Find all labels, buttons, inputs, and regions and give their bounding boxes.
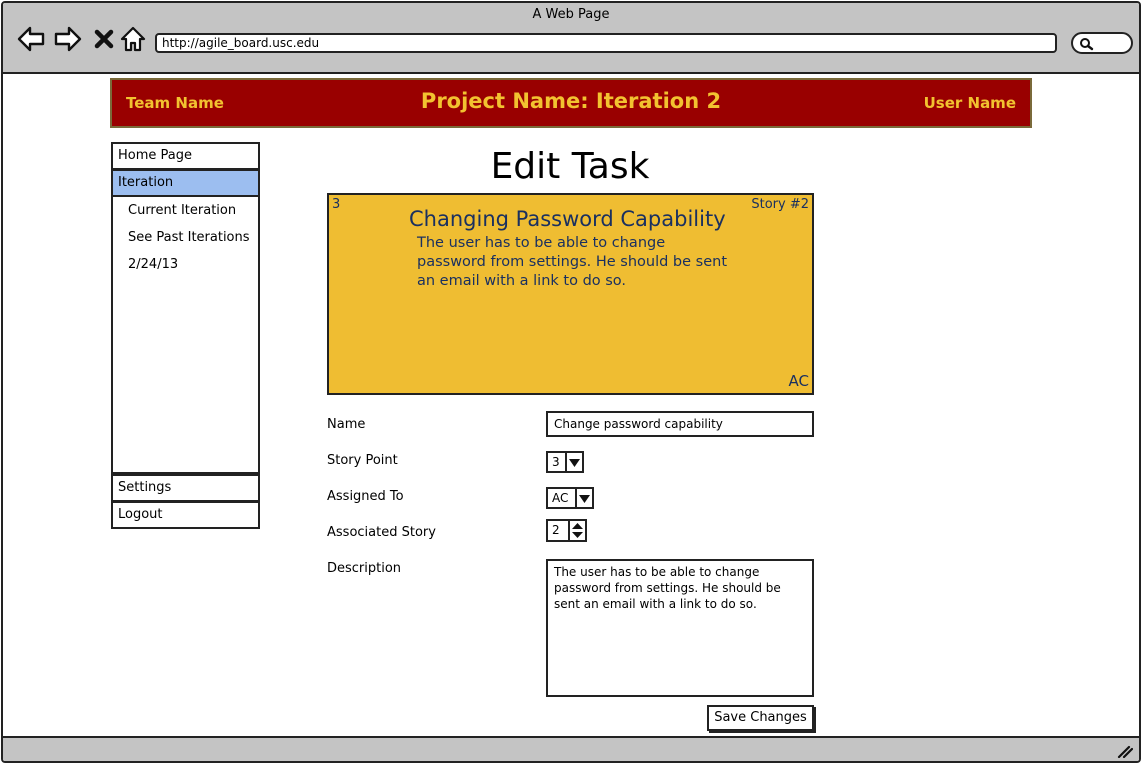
search-icon [1080,38,1094,51]
description-textarea[interactable]: The user has to be able to change passwo… [546,559,814,697]
description-label: Description [327,561,402,576]
forward-arrow-icon[interactable] [54,25,82,53]
stepper-up-down-icon[interactable] [568,521,585,540]
story-point-select[interactable]: 3 [546,451,584,473]
submenu-item-date[interactable]: 2/24/13 [128,257,178,272]
story-number: Story #2 [751,197,809,212]
browser-toolbar: A Web Page http://agile_board.usc.edu [3,3,1139,74]
app-header: Team Name Project Name: Iteration 2 User… [110,78,1032,128]
story-card: 3 Story #2 Changing Password Capability … [327,193,814,395]
submenu-item-current-iteration[interactable]: Current Iteration [128,203,236,218]
sidebar-item-settings[interactable]: Settings [111,474,260,502]
task-name-input[interactable]: Change password capability [546,411,814,437]
chevron-down-icon [575,489,592,507]
story-description: The user has to be able to change passwo… [417,235,728,289]
status-bar [3,736,1139,761]
associated-story-value: 2 [552,523,560,537]
resize-grip-icon[interactable] [1117,744,1133,758]
story-points: 3 [332,197,341,212]
story-point-label: Story Point [327,453,398,468]
url-bar[interactable]: http://agile_board.usc.edu [155,33,1057,53]
save-changes-button[interactable]: Save Changes [707,705,814,731]
assigned-to-label: Assigned To [327,489,404,504]
assigned-to-select[interactable]: AC [546,487,594,509]
project-name: Project Name: Iteration 2 [420,89,722,113]
window-title: A Web Page [532,7,610,22]
chevron-down-icon [565,453,582,471]
associated-story-stepper[interactable]: 2 [546,519,587,542]
close-x-icon[interactable] [91,25,119,53]
story-point-value: 3 [552,455,560,469]
submenu-item-past-iterations[interactable]: See Past Iterations [128,230,250,245]
iteration-submenu: Current Iteration See Past Iterations 2/… [111,197,260,474]
sidebar-item-home[interactable]: Home Page [111,142,260,170]
assigned-to-value: AC [552,491,569,505]
back-arrow-icon[interactable] [17,25,45,53]
sidebar-item-iteration[interactable]: Iteration [111,169,260,197]
sidebar-item-logout[interactable]: Logout [111,501,260,529]
story-title: Changing Password Capability [409,207,726,231]
home-icon[interactable] [119,25,147,53]
user-name[interactable]: User Name [924,94,1016,112]
story-owner: AC [788,372,809,390]
page-title: Edit Task [490,146,650,187]
search-field[interactable] [1071,32,1133,54]
name-label: Name [327,417,366,432]
associated-story-label: Associated Story [327,525,436,540]
